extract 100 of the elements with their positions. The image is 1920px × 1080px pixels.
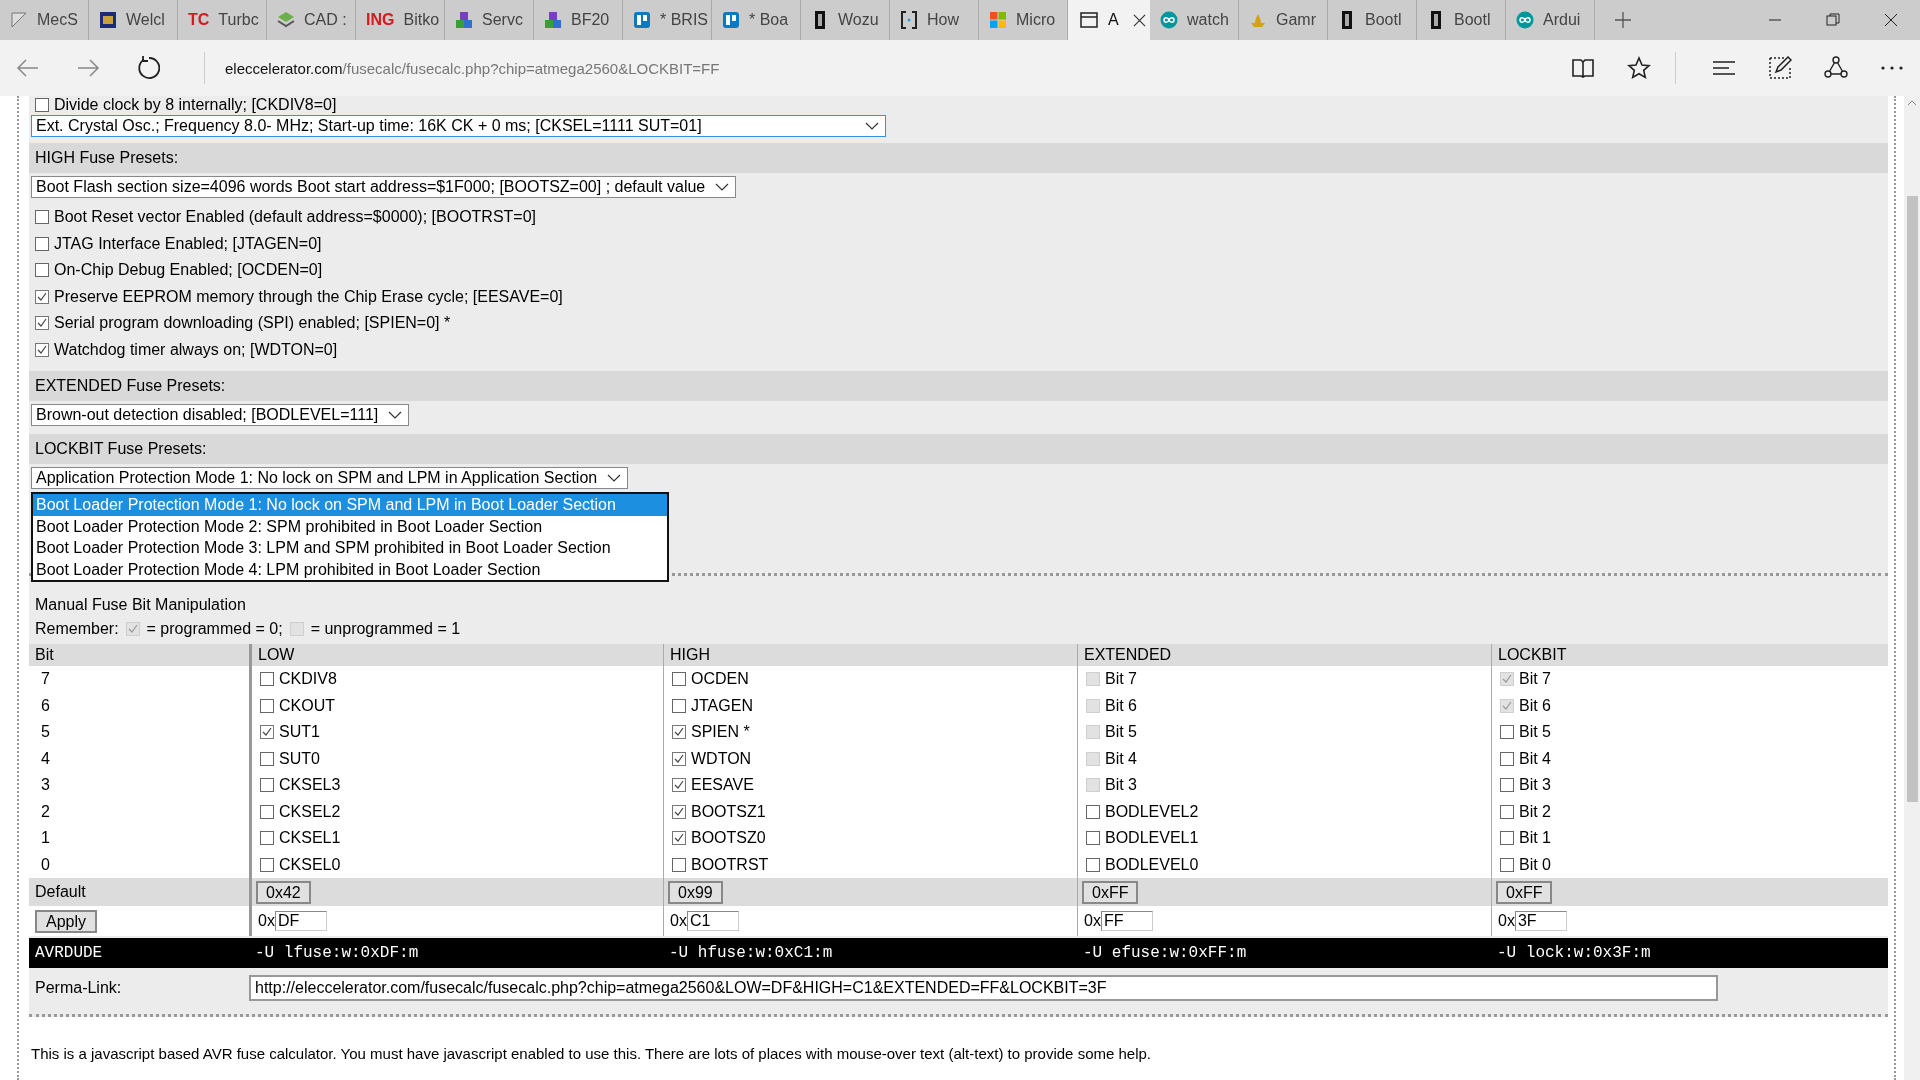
bit-label: BOOTSZ1 (691, 802, 766, 821)
infinity-icon (1160, 11, 1178, 29)
hex-input[interactable]: FF (1100, 911, 1153, 931)
tab-title: * BRIS (660, 11, 708, 29)
bit-label: SUT1 (279, 723, 320, 742)
checkbox[interactable] (35, 342, 49, 357)
checkbox[interactable] (260, 778, 274, 793)
preset-select[interactable]: Boot Flash section size=4096 words Boot start address=$1F000; [BOOTSZ=00] ; default value (31, 176, 737, 198)
checkbox[interactable] (260, 831, 274, 846)
default-button[interactable]: 0x99 (668, 880, 723, 904)
apply-button[interactable]: Apply (35, 909, 98, 933)
bit-label: Bit 7 (1105, 670, 1137, 689)
default-button[interactable]: 0xFF (1082, 880, 1139, 904)
close-icon[interactable] (1884, 13, 1898, 27)
legend-text: = programmed = 0; (146, 620, 283, 638)
bit-label: Bit 2 (1519, 802, 1551, 821)
book-icon[interactable] (1571, 56, 1595, 80)
checkbox[interactable] (35, 289, 49, 304)
browser-tab[interactable]: A (1068, 0, 1150, 40)
star-icon[interactable] (1627, 56, 1651, 80)
preset-select[interactable]: Ext. Crystal Osc.; Frequency 8.0- MHz; Start-up time: 16K CK + 0 ms; [CKSEL=1111 SUT=01] (31, 115, 886, 137)
pen-icon[interactable] (1768, 56, 1792, 80)
bit-label: CKSEL0 (279, 855, 341, 874)
dropdown-option[interactable]: Boot Loader Protection Mode 3: LPM and SPM prohibited in Boot Loader Section (33, 537, 667, 559)
checkbox[interactable] (672, 831, 686, 846)
checkbox[interactable] (35, 263, 49, 278)
refresh-icon[interactable] (136, 56, 160, 80)
checkbox[interactable] (1086, 804, 1100, 819)
bit-label: BOOTRST (691, 855, 769, 874)
bit-label: Bit 5 (1105, 723, 1137, 742)
checkbox[interactable] (672, 698, 686, 713)
checkbox[interactable] (672, 751, 686, 766)
bit-label: EESAVE (691, 776, 754, 795)
scroll-up-icon[interactable] (1907, 100, 1917, 106)
share-icon[interactable] (1824, 56, 1848, 80)
checkbox[interactable] (672, 672, 686, 687)
hex-input[interactable]: C1 (686, 911, 739, 931)
dropdown-option[interactable]: Boot Loader Protection Mode 2: SPM prohibited in Boot Loader Section (33, 515, 667, 537)
checkbox[interactable] (260, 804, 274, 819)
bit-label: Bit 5 (1519, 723, 1551, 742)
hex-input[interactable]: DF (274, 911, 327, 931)
checkbox[interactable] (672, 778, 686, 793)
checkbox[interactable] (672, 725, 686, 740)
bit-label: Bit 4 (1105, 749, 1137, 768)
avrdude-command: -U hfuse:w:0xC1:m (669, 944, 833, 962)
bit-label: Bit 1 (1519, 829, 1551, 848)
checkbox[interactable] (35, 316, 49, 331)
column-header: HIGH (663, 644, 1077, 666)
section-header: HIGH Fuse Presets: (29, 143, 1888, 173)
bit-number: 3 (41, 776, 50, 795)
tab-logo: ING (366, 11, 395, 29)
tab-title: BF20 (571, 11, 610, 29)
window-icon (1080, 11, 1098, 29)
preset-select[interactable]: Brown-out detection disabled; [BODLEVEL=111] (31, 404, 410, 426)
checkbox[interactable] (260, 751, 274, 766)
restore-icon[interactable] (1826, 13, 1840, 27)
layers-icon (277, 11, 295, 29)
tab-title: How (927, 11, 959, 29)
close-icon[interactable] (1133, 13, 1146, 27)
avrdude-command: -U lfuse:w:0xDF:m (255, 944, 419, 962)
tab-title: Micro (1016, 11, 1056, 29)
column-header: LOCKBIT (1491, 644, 1888, 666)
permalink-field[interactable]: http://eleccelerator.com/fusecalc/fusecalc.php?chip=atmega2560&LOW=DF&HIGH=C1&EXTENDED=FF&LOCKBIT=3F (249, 975, 1718, 1001)
permalink-label: Perma-Link: (34, 979, 123, 997)
caret-icon (388, 411, 403, 419)
checkbox[interactable] (260, 698, 274, 713)
scrollbar-thumb[interactable] (1907, 196, 1918, 802)
default-button[interactable]: 0x42 (256, 880, 311, 904)
checkbox[interactable] (260, 725, 274, 740)
checkbox[interactable] (672, 857, 686, 872)
checkbox[interactable] (672, 804, 686, 819)
tab-title: Wozu (838, 11, 879, 29)
checkbox[interactable] (35, 236, 49, 251)
default-button[interactable]: 0xFF (1496, 880, 1553, 904)
checkbox[interactable] (35, 98, 49, 112)
hex-input[interactable]: 3F (1514, 911, 1567, 931)
checkbox[interactable] (1086, 857, 1100, 872)
checkbox[interactable] (260, 857, 274, 872)
checkbox[interactable] (260, 672, 274, 687)
hex-prefix: 0x (670, 912, 687, 930)
checkbox[interactable] (1086, 831, 1100, 846)
tab-title: * Boa (749, 11, 789, 29)
bit-label: CKSEL3 (279, 776, 341, 795)
checkbox[interactable] (1500, 804, 1514, 819)
checkbox[interactable] (1500, 725, 1514, 740)
bit-label: Bit 4 (1519, 749, 1551, 768)
checkbox[interactable] (1500, 857, 1514, 872)
bit-number: 7 (41, 670, 50, 689)
checkbox[interactable] (1500, 778, 1514, 793)
new-tab-icon[interactable] (1615, 12, 1631, 28)
option-label: Watchdog timer always on; [WDTON=0] (54, 340, 338, 359)
bit-label: BODLEVEL0 (1105, 855, 1199, 874)
dropdown-option[interactable]: Boot Loader Protection Mode 4: LPM prohibited in Boot Loader Section (33, 558, 667, 580)
checkbox[interactable] (35, 210, 49, 225)
scrollbar[interactable] (1904, 96, 1920, 1080)
preset-select[interactable]: Application Protection Mode 1: No lock on SPM and LPM in Application Section (31, 467, 629, 489)
checkbox[interactable] (1500, 751, 1514, 766)
address-bar[interactable]: eleccelerator.com/fusecalc/fusecalc.php?chip=atmega2560&LOCKBIT=FF (225, 59, 720, 77)
bit-number: 1 (41, 829, 50, 848)
checkbox[interactable] (1500, 831, 1514, 846)
